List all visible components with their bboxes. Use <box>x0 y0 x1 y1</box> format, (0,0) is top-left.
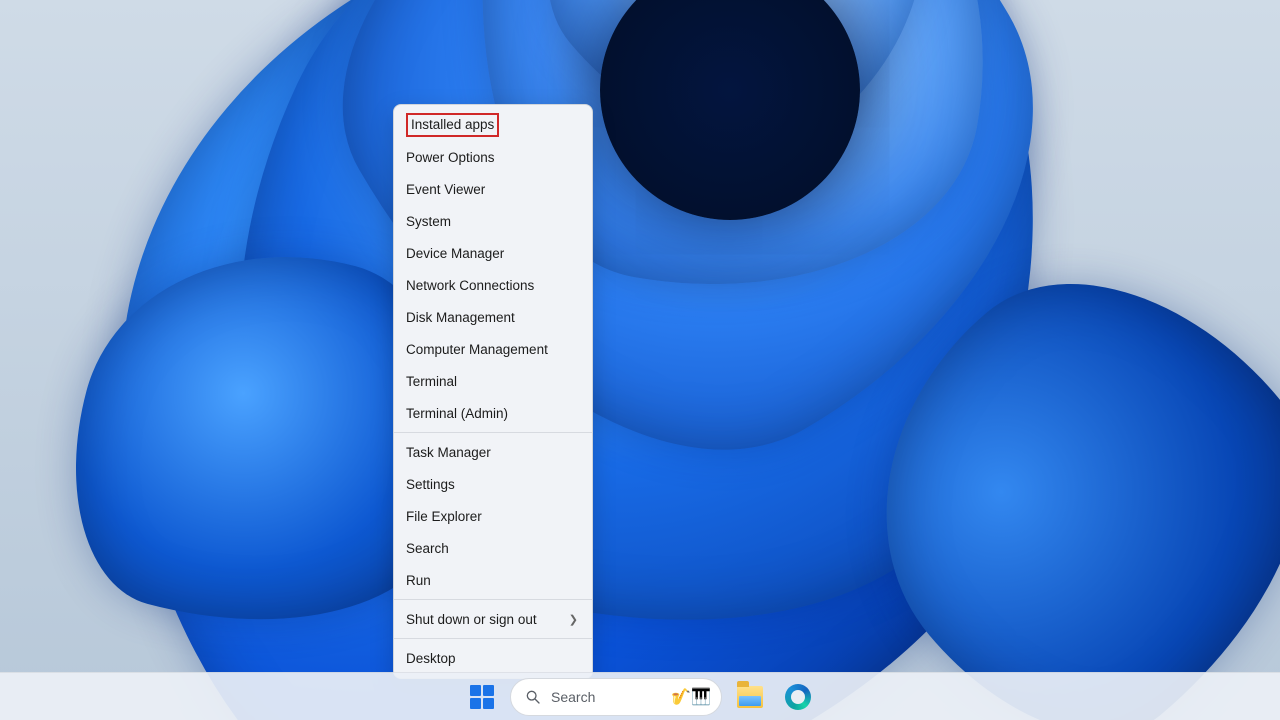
menu-item-power-options[interactable]: Power Options <box>394 141 592 173</box>
menu-item-label: System <box>406 214 451 229</box>
edge-icon <box>785 684 811 710</box>
menu-item-label: Terminal (Admin) <box>406 406 508 421</box>
search-decoration-icon: 🎷🎹 <box>671 687 711 707</box>
menu-item-label: Power Options <box>406 150 495 165</box>
menu-item-network-connections[interactable]: Network Connections <box>394 269 592 301</box>
menu-item-shut-down-or-sign-out[interactable]: Shut down or sign out ❯ <box>394 603 592 635</box>
menu-item-desktop[interactable]: Desktop <box>394 642 592 674</box>
menu-item-run[interactable]: Run <box>394 564 592 596</box>
menu-item-label: Desktop <box>406 651 456 666</box>
menu-item-label: Event Viewer <box>406 182 485 197</box>
menu-item-system[interactable]: System <box>394 205 592 237</box>
menu-item-file-explorer[interactable]: File Explorer <box>394 500 592 532</box>
menu-item-task-manager[interactable]: Task Manager <box>394 436 592 468</box>
menu-item-label: Settings <box>406 477 455 492</box>
menu-separator <box>394 638 592 639</box>
menu-separator <box>394 432 592 433</box>
menu-item-label: Search <box>406 541 449 556</box>
menu-separator <box>394 599 592 600</box>
search-icon <box>525 689 541 705</box>
taskbar-search[interactable]: Search 🎷🎹 <box>510 678 722 716</box>
menu-item-device-manager[interactable]: Device Manager <box>394 237 592 269</box>
menu-item-installed-apps[interactable]: Installed apps <box>394 109 592 141</box>
file-explorer-icon <box>737 686 763 708</box>
start-button[interactable] <box>462 677 502 717</box>
menu-item-label: Task Manager <box>406 445 491 460</box>
menu-item-terminal-admin[interactable]: Terminal (Admin) <box>394 397 592 429</box>
menu-item-label: Run <box>406 573 431 588</box>
search-placeholder: Search <box>551 689 595 705</box>
taskbar: Search 🎷🎹 <box>0 672 1280 720</box>
menu-item-label: Shut down or sign out <box>406 612 537 627</box>
windows-logo-icon <box>470 685 494 709</box>
menu-item-label: Installed apps <box>406 113 499 137</box>
taskbar-file-explorer-button[interactable] <box>730 677 770 717</box>
taskbar-edge-button[interactable] <box>778 677 818 717</box>
menu-item-disk-management[interactable]: Disk Management <box>394 301 592 333</box>
menu-item-label: Computer Management <box>406 342 548 357</box>
menu-item-label: Disk Management <box>406 310 515 325</box>
menu-item-computer-management[interactable]: Computer Management <box>394 333 592 365</box>
menu-item-label: Device Manager <box>406 246 504 261</box>
menu-item-label: Terminal <box>406 374 457 389</box>
menu-item-label: File Explorer <box>406 509 482 524</box>
menu-item-search[interactable]: Search <box>394 532 592 564</box>
chevron-right-icon: ❯ <box>569 613 578 626</box>
menu-item-settings[interactable]: Settings <box>394 468 592 500</box>
menu-item-event-viewer[interactable]: Event Viewer <box>394 173 592 205</box>
desktop-wallpaper <box>0 0 1280 720</box>
menu-item-terminal[interactable]: Terminal <box>394 365 592 397</box>
menu-item-label: Network Connections <box>406 278 534 293</box>
winx-context-menu: Installed apps Power Options Event Viewer S… <box>393 104 593 679</box>
